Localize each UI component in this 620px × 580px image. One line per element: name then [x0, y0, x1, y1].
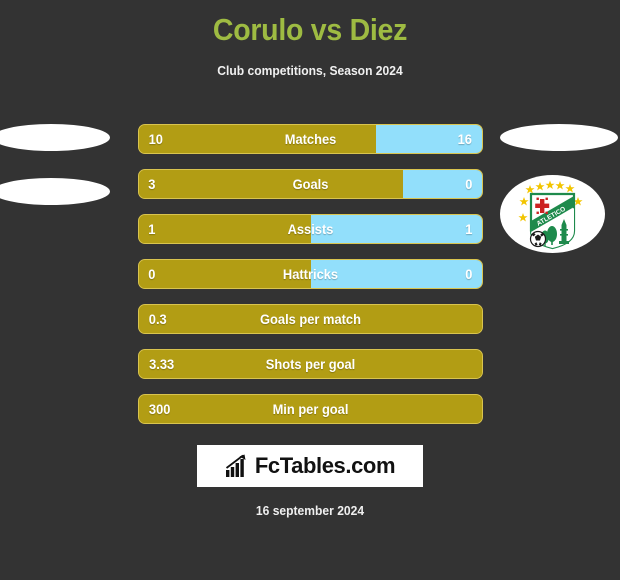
- bar-chart-growth-icon: [225, 454, 246, 477]
- page-subtitle: Club competitions, Season 2024: [217, 63, 403, 78]
- stat-value-away: 16: [458, 131, 473, 147]
- stat-bar-row: 0 Hattricks 0: [138, 259, 483, 289]
- stat-bar-fill-home: [139, 170, 404, 198]
- stat-value-home: 3.33: [149, 356, 175, 372]
- stat-bar-fill-home: [139, 350, 482, 378]
- stat-bar-row: 0.3 Goals per match: [138, 304, 483, 334]
- stat-bar-fill-home: [139, 305, 482, 333]
- crest-icon: ATLETICO: [518, 180, 583, 250]
- stat-value-away: 1: [465, 221, 473, 237]
- stat-comparison-card: Corulo vs Diez Club competitions, Season…: [0, 0, 620, 580]
- stat-bar-row: 300 Min per goal: [138, 394, 483, 424]
- page-title: Corulo vs Diez: [212, 12, 408, 47]
- stat-value-home: 10: [148, 131, 163, 147]
- stat-bar-fill-home: [139, 215, 311, 243]
- player-photo-placeholder-right-top: [500, 124, 618, 151]
- report-date: 16 september 2024: [255, 503, 365, 518]
- stat-bar-fill-away: [310, 215, 482, 243]
- stat-bar-row: 10 Matches 16: [138, 124, 483, 154]
- stat-bar-row: 1 Assists 1: [138, 214, 483, 244]
- player-photo-placeholder-left-top: [0, 124, 110, 151]
- club-crest: ATLETICO: [500, 175, 605, 253]
- fctables-wordmark: FcTables.com: [254, 453, 396, 478]
- stat-value-away: 0: [465, 176, 473, 192]
- stat-bars-list: 10 Matches 16 3 Goals 0 1 Assists 1 0 Hattricks 0 0.…: [138, 124, 483, 439]
- stat-bar-fill-home: [139, 260, 311, 288]
- stat-value-away: 0: [465, 266, 473, 282]
- stat-bar-row: 3 Goals 0: [138, 169, 483, 199]
- stat-value-home: 3: [148, 176, 156, 192]
- stat-value-home: 300: [148, 401, 171, 417]
- player-photo-placeholder-left-bottom: [0, 178, 110, 205]
- stat-bar-row: 3.33 Shots per goal: [138, 349, 483, 379]
- stat-bar-fill-home: [139, 125, 376, 153]
- fctables-logo[interactable]: FcTables.com: [197, 445, 423, 487]
- stat-bar-fill-away: [310, 260, 482, 288]
- stat-value-home: 1: [148, 221, 156, 237]
- stat-bar-fill-home: [139, 395, 482, 423]
- stat-value-home: 0: [148, 266, 156, 282]
- stat-value-home: 0.3: [148, 311, 167, 327]
